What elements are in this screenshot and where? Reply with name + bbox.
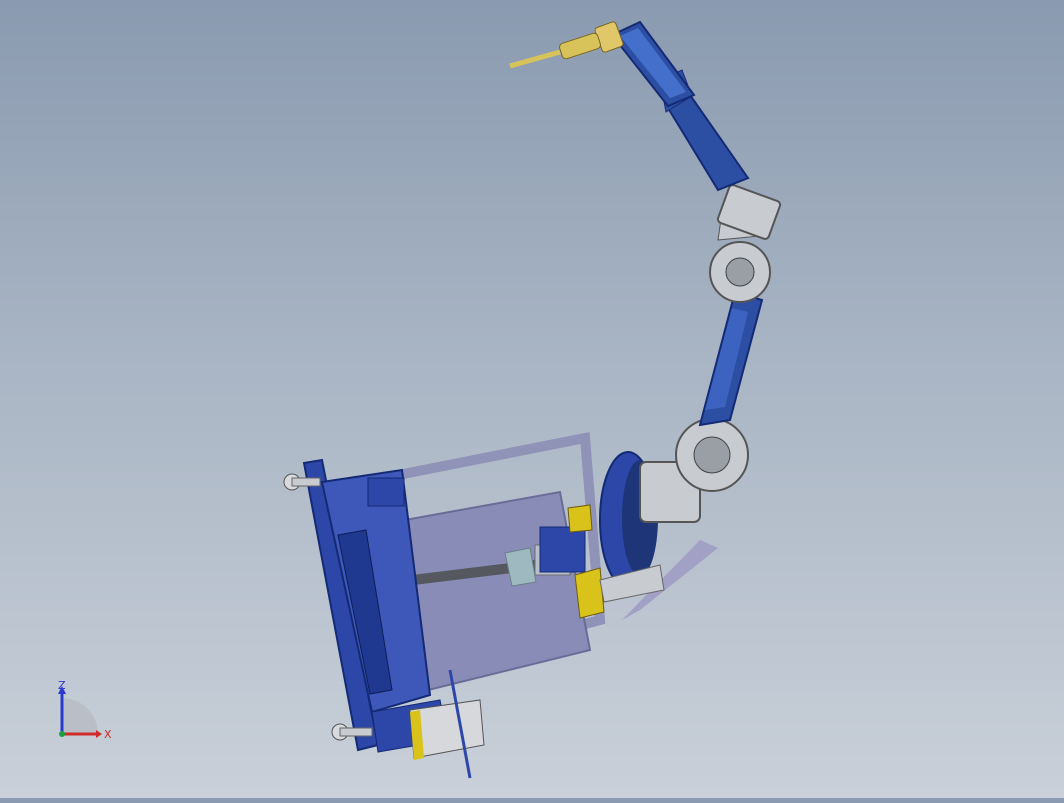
robot-assembly-model <box>283 20 782 779</box>
yellow-block-lower <box>574 567 605 619</box>
z-axis-label: Z <box>58 679 66 692</box>
positioner-plate <box>403 490 592 694</box>
y-axis-marker <box>59 731 65 737</box>
elbow-hub <box>725 257 755 287</box>
knob-shaft-top <box>291 477 321 487</box>
clamp-block-top <box>367 477 405 507</box>
triad-plane <box>62 698 98 734</box>
drive-box <box>539 526 586 573</box>
triad-graphic: Z X <box>58 679 112 741</box>
x-axis-head <box>96 730 102 738</box>
knob-shaft-bottom <box>339 727 373 737</box>
torch-nozzle <box>509 49 561 69</box>
coordinate-triad: Z X <box>44 676 124 746</box>
shoulder-hub <box>693 436 731 474</box>
upper-arm <box>666 93 750 192</box>
cad-viewport[interactable]: Z X <box>0 0 1064 798</box>
torch-body <box>559 32 601 60</box>
yellow-block-upper <box>567 504 593 533</box>
x-axis-label: X <box>104 728 112 741</box>
